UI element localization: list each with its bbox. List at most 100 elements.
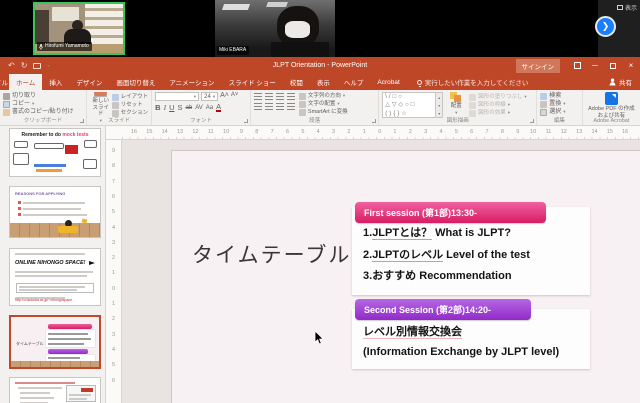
speech-bubble (83, 159, 97, 169)
arrange-icon (450, 92, 462, 102)
tell-me-search[interactable]: 実行したい作業を入力してください (417, 74, 529, 90)
ribbon-tab-row: ファイル ホーム 挿入 デザイン 画面切り替え アニメーション スライド ショー… (0, 74, 640, 90)
indent-increase-icon[interactable] (287, 93, 295, 100)
mic-icon (39, 44, 43, 50)
layout-button[interactable]: レイアウト (112, 93, 149, 101)
next-participants-button[interactable]: ❯ (595, 16, 616, 37)
dialog-launcher-icon[interactable] (530, 119, 534, 123)
ruler-number: 12 (559, 129, 569, 135)
justify-icon[interactable] (287, 103, 295, 110)
create-pdf-button[interactable]: Adobe PDF の作成および共有 (586, 92, 637, 119)
vertical-ruler[interactable]: 9876543210123456 (106, 140, 122, 403)
increase-font-icon[interactable]: A˄ (220, 92, 229, 101)
text-shadow-button[interactable]: S (177, 103, 182, 112)
ruler-number: 4 (313, 129, 323, 135)
underline-button[interactable]: U (169, 103, 174, 112)
tab-acrobat[interactable]: Acrobat (370, 74, 406, 90)
replace-icon (540, 101, 547, 108)
thumbnail-slide-reasons[interactable]: REASONS FOR APPLYING (9, 186, 101, 238)
dialog-launcher-icon[interactable] (80, 119, 84, 123)
shapes-gallery[interactable]: \/□○ △▽◇○□ (){}☆ (382, 92, 436, 118)
shapes-gallery-scrollbar[interactable]: ▴▾▾ (436, 92, 443, 118)
thumbnail-slide-5[interactable] (9, 377, 101, 403)
thumb3-title: ONLINE NIHONGO SPACE! (15, 260, 86, 266)
horizontal-ruler[interactable]: 1615141312111098765432101234567891011121… (122, 126, 640, 140)
start-slideshow-icon[interactable] (33, 63, 41, 69)
tab-slideshow[interactable]: スライド ショー (222, 74, 283, 90)
ruler-number: 4 (106, 225, 121, 231)
meeting-view-button[interactable]: 表示 (617, 3, 637, 12)
indent-decrease-icon[interactable] (276, 93, 284, 100)
reset-button[interactable]: リセット (112, 101, 149, 109)
shape-fill-button[interactable]: 図形の塗りつぶし▾ (469, 93, 526, 101)
group-label-paragraph: 段落 (251, 116, 378, 124)
dialog-launcher-icon[interactable] (372, 119, 376, 123)
customize-qat-chevron-icon[interactable]: ▾ (47, 63, 49, 68)
tab-animations[interactable]: アニメーション (162, 74, 221, 90)
replace-button[interactable]: 置換▾ (540, 100, 578, 108)
ruler-number: 0 (375, 129, 385, 135)
align-right-icon[interactable] (276, 103, 284, 110)
font-color-button[interactable]: A (216, 103, 221, 112)
share-button[interactable]: 共有 (609, 74, 640, 90)
tab-transitions[interactable]: 画面切り替え (109, 74, 162, 90)
tab-view[interactable]: 表示 (310, 74, 337, 90)
change-case-button[interactable]: Aa (206, 105, 213, 111)
decrease-font-icon[interactable]: A˅ (231, 92, 239, 101)
align-left-icon[interactable] (254, 103, 262, 110)
participant-1-name: Hirofumi Yamamoto (45, 43, 89, 50)
tab-home[interactable]: ホーム (9, 74, 42, 90)
dialog-launcher-icon[interactable] (244, 119, 248, 123)
font-size-combo[interactable]: 24▾ (201, 92, 218, 101)
video-tile-participant-2[interactable]: Miki EBARA (215, 0, 335, 57)
new-slide-button[interactable]: 新しいスライド▾ (90, 92, 112, 117)
slide-title[interactable]: タイムテーブル (192, 239, 351, 269)
ribbon-options-icon (574, 62, 581, 69)
video2-person-body (271, 42, 329, 57)
minimize-button[interactable]: ─ (586, 57, 604, 74)
tab-file[interactable]: ファイル (0, 74, 9, 90)
shape-outline-button[interactable]: 図形の枠線▾ (469, 101, 526, 109)
ruler-number: 7 (482, 129, 492, 135)
ruler-number: 15 (144, 129, 154, 135)
text-direction-button[interactable]: 文字列の方向▾ (299, 92, 348, 100)
arrange-button[interactable]: 配置▾ (443, 92, 469, 117)
align-center-icon[interactable] (265, 103, 273, 110)
tab-insert[interactable]: 挿入 (42, 74, 69, 90)
tab-help[interactable]: ヘルプ (337, 74, 371, 90)
ruler-number: 3 (329, 129, 339, 135)
numbering-icon[interactable] (265, 93, 273, 100)
tab-review[interactable]: 校閲 (283, 74, 310, 90)
find-button[interactable]: 検索 (540, 92, 578, 100)
session1-header[interactable]: First session (第1部)13:30- (355, 202, 546, 223)
video-tile-participant-1[interactable]: Hirofumi Yamamoto (33, 2, 125, 55)
signin-button[interactable]: サインイン (516, 59, 561, 73)
font-name-combo[interactable]: ▾ (155, 92, 199, 101)
participant-2-name: Miki EBARA (219, 47, 246, 54)
tab-design[interactable]: デザイン (69, 74, 109, 90)
italic-button[interactable]: I (164, 103, 167, 112)
character-spacing-button[interactable]: AV (195, 105, 203, 111)
session2-header[interactable]: Second Session (第2部)14:20- (355, 299, 531, 320)
align-text-button[interactable]: 文字の配置▾ (299, 100, 348, 108)
thumbnail-slide-timetable-selected[interactable]: タイムテーブル (9, 315, 101, 369)
copy-button[interactable]: コピー▾ (3, 100, 83, 108)
bullets-icon[interactable] (254, 93, 262, 100)
plane-icon (89, 261, 95, 265)
thumbnail-slide-mock-tests[interactable]: Remember to do mock tests (9, 128, 101, 177)
close-button[interactable]: × (622, 57, 640, 74)
ruler-number: 4 (436, 129, 446, 135)
meeting-video-strip: Hirofumi Yamamoto Miki EBARA 表示 ❯ (0, 0, 640, 57)
thumbnail-slide-nihongo-space[interactable]: ONLINE NIHONGO SPACE! http://u.tsukuba.a… (9, 248, 101, 306)
bold-button[interactable]: B (155, 103, 160, 112)
group-font: ▾ 24▾ A˄ A˅ B I U S ab AV Aa A フォント (152, 90, 251, 125)
strikethrough-button[interactable]: ab (186, 105, 193, 111)
slide-canvas[interactable]: タイムテーブル 1.JLPTとは？ What is JLPT? 2.JLPTのレ… (171, 150, 640, 403)
ribbon-display-options-button[interactable] (568, 57, 586, 74)
undo-icon[interactable]: ↶ (8, 61, 15, 70)
group-slides: 新しいスライド▾ レイアウト リセット セクション スライド (87, 90, 152, 125)
maximize-button[interactable] (604, 57, 622, 74)
cut-button[interactable]: 切り取り (3, 92, 83, 100)
redo-icon[interactable]: ↻ (21, 61, 28, 70)
group-label-font: フォント (152, 116, 250, 124)
